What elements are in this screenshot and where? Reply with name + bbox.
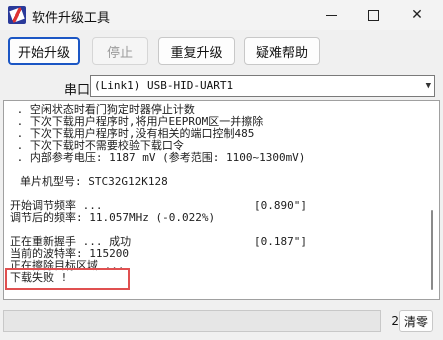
port-value: (Link1) USB-HID-UART1 [94, 79, 234, 92]
log-line: . 内部参考电压: 1187 mV (参考范围: 1100~1300mV) [10, 151, 306, 164]
chevron-down-icon: ▼ [425, 81, 431, 91]
log-timing: [0.187"] [254, 235, 307, 248]
status-bar [3, 310, 381, 332]
maximize-icon [367, 9, 379, 21]
close-icon: ✕ [411, 7, 423, 23]
app-icon [8, 6, 26, 24]
log-output[interactable]: . 空闲状态时看门狗定时器停止计数 . 下次下载用户程序时,将用户EEPROM区… [3, 100, 440, 300]
log-line: 单片机型号: STC32G12K128 [20, 175, 168, 188]
repeat-upgrade-button[interactable]: 重复升级 [158, 37, 235, 65]
download-count: 2 [391, 314, 399, 328]
minimize-button[interactable] [310, 0, 352, 30]
port-select[interactable]: (Link1) USB-HID-UART1 ▼ [90, 75, 435, 97]
title-bar: 软件升级工具 ✕ [0, 0, 443, 30]
log-timing: [0.890"] [254, 199, 307, 212]
log-scrollbar[interactable] [431, 210, 433, 290]
port-label: 串口 [64, 83, 91, 98]
window-title: 软件升级工具 [32, 11, 111, 26]
error-highlight-box [5, 268, 130, 290]
help-button[interactable]: 疑难帮助 [244, 37, 320, 65]
close-button[interactable]: ✕ [396, 0, 438, 30]
log-line: 调节后的频率: 11.057MHz (-0.022%) [10, 211, 216, 224]
stop-button[interactable]: 停止 [92, 37, 148, 65]
start-upgrade-button[interactable]: 开始升级 [8, 37, 80, 65]
clear-button[interactable]: 清零 [399, 310, 433, 332]
minimize-icon [325, 14, 337, 16]
maximize-button[interactable] [352, 0, 394, 30]
